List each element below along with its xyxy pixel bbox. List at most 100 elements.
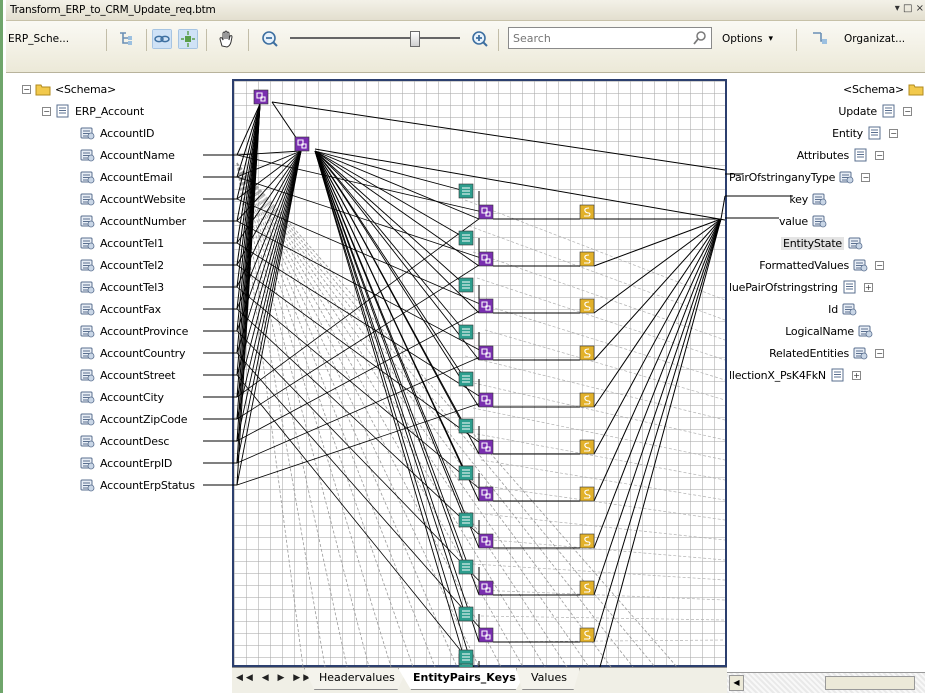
tab-entitypairs-keys[interactable]: EntityPairs_Keys: [398, 668, 529, 690]
organize-toggle-button[interactable]: [810, 28, 830, 50]
target-node-label: luePairOfstringstring: [729, 280, 838, 294]
source-field-accountnumber[interactable]: AccountNumber: [80, 212, 186, 230]
zoom-out-button[interactable]: [260, 28, 280, 50]
relink-icon: [178, 29, 198, 49]
mapper-toolbar: ERP_Sche... Options ▾: [6, 21, 925, 73]
source-field-accountcity[interactable]: AccountCity: [80, 388, 164, 406]
zoom-in-icon: [472, 31, 488, 47]
pan-button[interactable]: [216, 28, 236, 50]
source-field-accountprovince[interactable]: AccountProvince: [80, 322, 188, 340]
target-node-kv-pair2[interactable]: luePairOfstringstring +: [729, 278, 877, 296]
target-node-formatted-values[interactable]: FormattedValues −: [759, 256, 888, 274]
expand-icon[interactable]: +: [851, 370, 861, 380]
source-field-accounterpstatus[interactable]: AccountErpStatus: [80, 476, 195, 494]
source-schema-label[interactable]: ERP_Sche...: [8, 28, 69, 50]
target-node-id[interactable]: Id: [828, 300, 862, 318]
zoom-in-button[interactable]: [470, 28, 490, 50]
source-field-accountstreet[interactable]: AccountStreet: [80, 366, 175, 384]
collapse-icon[interactable]: −: [875, 260, 884, 270]
source-field-accountid[interactable]: AccountID: [80, 124, 155, 142]
field-label: AccountTel2: [100, 258, 164, 272]
record-label: ERP_Account: [75, 104, 144, 118]
zoom-slider-track[interactable]: [290, 37, 460, 39]
source-field-accountcountry[interactable]: AccountCountry: [80, 344, 186, 362]
field-label: AccountFax: [100, 302, 161, 316]
source-field-accountname[interactable]: AccountName: [80, 146, 175, 164]
target-node-value[interactable]: value: [779, 212, 832, 230]
target-node-entity-state[interactable]: EntityState: [780, 234, 868, 252]
target-node-label: EntityState: [780, 236, 844, 250]
source-field-accountemail[interactable]: AccountEmail: [80, 168, 173, 186]
search-input[interactable]: [509, 28, 689, 48]
target-node-label: Attributes: [796, 148, 850, 162]
field-label: AccountID: [100, 126, 155, 140]
expand-tree-icon: [120, 32, 132, 45]
source-field-accounttel1[interactable]: AccountTel1: [80, 234, 164, 252]
source-field-accountfax[interactable]: AccountFax: [80, 300, 161, 318]
options-menu-button[interactable]: Options ▾: [722, 28, 773, 50]
page-nav-arrows[interactable]: ◀◀ ◀ ▶ ▶▶: [236, 673, 313, 683]
collapse-icon[interactable]: −: [875, 348, 884, 358]
toolbar-separator: [796, 29, 797, 51]
source-field-accounttel2[interactable]: AccountTel2: [80, 256, 164, 274]
collapse-icon[interactable]: −: [861, 172, 871, 182]
toolbar-separator: [498, 29, 499, 51]
organize-icon: [813, 32, 827, 44]
target-node-schema[interactable]: <Schema>: [843, 80, 925, 98]
relink-button[interactable]: [178, 28, 198, 50]
collapse-icon[interactable]: −: [875, 150, 884, 160]
toolbar-separator: [146, 29, 147, 51]
target-node-label: LogicalName: [785, 324, 854, 338]
search-box[interactable]: [508, 27, 712, 49]
grid-page-tabs: ◀◀ ◀ ▶ ▶▶ Headervalues EntityPairs_Keys Va…: [232, 667, 727, 693]
field-label: AccountStreet: [100, 368, 176, 382]
expand-icon[interactable]: +: [863, 282, 873, 292]
target-node-update[interactable]: Update −: [838, 102, 916, 120]
field-label: AccountName: [100, 148, 175, 162]
target-node-logical-name[interactable]: LogicalName: [785, 322, 878, 340]
target-node-attributes[interactable]: Attributes −: [797, 146, 888, 164]
field-label: AccountProvince: [100, 324, 189, 338]
scroll-thumb[interactable]: [825, 676, 915, 690]
expand-tree-button[interactable]: [116, 28, 136, 50]
target-node-entity[interactable]: Entity −: [832, 124, 902, 142]
window-controls[interactable]: ▾ □ ×: [895, 3, 924, 14]
collapse-icon[interactable]: −: [889, 128, 898, 138]
dropdown-arrow-icon: ▾: [768, 34, 774, 44]
target-node-kv-pair[interactable]: PairOfstringanyType −: [729, 168, 874, 186]
field-label: AccountErpStatus: [100, 478, 195, 492]
zoom-slider-thumb[interactable]: [410, 31, 420, 47]
source-field-accountwebsite[interactable]: AccountWebsite: [80, 190, 186, 208]
source-schema-node[interactable]: − <Schema>: [22, 80, 116, 98]
scroll-left-icon[interactable]: ◀: [729, 675, 744, 691]
zoom-out-icon: [262, 31, 278, 47]
target-node-key[interactable]: key: [789, 190, 832, 208]
field-label: AccountZipCode: [100, 412, 188, 426]
source-field-accounttel3[interactable]: AccountTel3: [80, 278, 164, 296]
link-mode-button[interactable]: [152, 28, 172, 50]
target-node-related-entities[interactable]: RelatedEntities −: [769, 344, 888, 362]
collapse-icon[interactable]: −: [903, 106, 912, 116]
tab-headervalues[interactable]: Headervalues: [304, 668, 408, 690]
collapse-icon[interactable]: −: [22, 84, 31, 94]
target-node-label: value: [778, 214, 808, 228]
field-label: AccountErpID: [100, 456, 173, 470]
source-field-accountzipcode[interactable]: AccountZipCode: [80, 410, 188, 428]
document-title[interactable]: Transform_ERP_to_CRM_Update_req.btm: [10, 4, 216, 16]
target-schema-tree: <Schema> Update − Entity − Attributes − PairOfs…: [727, 74, 925, 660]
source-field-accountdesc[interactable]: AccountDesc: [80, 432, 169, 450]
schema-label: <Schema>: [55, 82, 117, 96]
organize-label[interactable]: Organizat...: [844, 28, 905, 50]
target-node-label: RelatedEntities: [769, 346, 849, 360]
tab-values[interactable]: Values: [516, 668, 580, 690]
search-icon[interactable]: [692, 30, 708, 46]
collapse-icon[interactable]: −: [42, 106, 51, 116]
source-record-node[interactable]: − ERP_Account: [42, 102, 144, 120]
field-label: AccountCountry: [100, 346, 186, 360]
target-node-collection[interactable]: llectionX_PsK4FkN +: [729, 366, 865, 384]
mapping-grid[interactable]: [232, 79, 727, 667]
horizontal-scrollbar[interactable]: ◀: [727, 672, 925, 693]
source-field-accounterpid[interactable]: AccountErpID: [80, 454, 172, 472]
target-node-label: FormattedValues: [759, 258, 849, 272]
source-schema-tree: − <Schema> − ERP_Account AccountID AccountNam…: [6, 74, 232, 693]
